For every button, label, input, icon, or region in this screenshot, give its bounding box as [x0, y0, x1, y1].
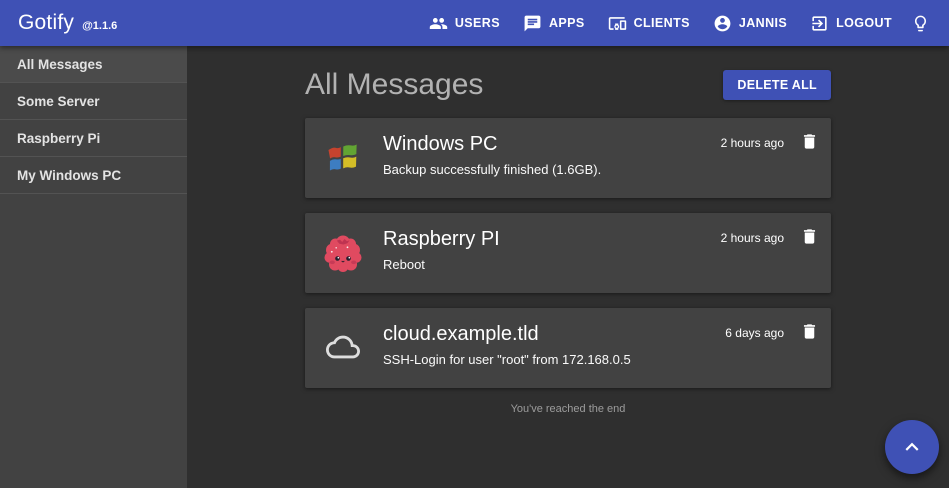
message-text: Raspberry PI Reboot [383, 225, 721, 293]
message-card-windows-pc: Windows PC Backup successfully finished … [305, 118, 831, 198]
end-of-list-text: You've reached the end [305, 403, 831, 415]
sidebar-item-label: Some Server [17, 94, 100, 109]
trash-icon [800, 322, 819, 341]
cloud-icon [323, 327, 363, 367]
delete-all-button[interactable]: DELETE ALL [723, 70, 831, 100]
sidebar-item-all-messages[interactable]: All Messages [0, 46, 187, 83]
sidebar-item-label: All Messages [17, 57, 103, 72]
brand-name: Gotify [18, 11, 74, 35]
message-meta: 2 hours ago [721, 225, 821, 293]
theme-toggle-button[interactable] [906, 6, 935, 41]
chevron-up-icon [899, 434, 925, 460]
nav-clients-label: CLIENTS [634, 16, 690, 30]
lightbulb-icon [911, 14, 930, 33]
nav-users-button[interactable]: USERS [420, 6, 509, 41]
content-header: All Messages DELETE ALL [305, 66, 831, 104]
scroll-to-top-fab[interactable] [885, 420, 939, 474]
trash-icon [800, 132, 819, 151]
message-body: SSH-Login for user "root" from 172.168.0… [383, 352, 725, 367]
top-navbar: Gotify @1.1.6 USERS APPS CLIENTS JANNIS [0, 0, 949, 46]
nav-username-label: JANNIS [739, 16, 787, 30]
delete-message-button[interactable] [798, 130, 821, 153]
nav-clients-button[interactable]: CLIENTS [599, 6, 699, 41]
sidebar-item-some-server[interactable]: Some Server [0, 83, 187, 120]
nav-user-account-button[interactable]: JANNIS [704, 6, 796, 41]
users-icon [429, 14, 448, 33]
message-title: Windows PC [383, 133, 721, 156]
navbar-menu: USERS APPS CLIENTS JANNIS LOGOUT [420, 6, 935, 41]
chat-icon [523, 14, 542, 33]
sidebar-item-my-windows-pc[interactable]: My Windows PC [0, 157, 187, 194]
devices-icon [608, 14, 627, 33]
message-meta: 6 days ago [725, 320, 821, 388]
message-title: Raspberry PI [383, 228, 721, 251]
message-text: Windows PC Backup successfully finished … [383, 130, 721, 198]
account-circle-icon [713, 14, 732, 33]
message-text: cloud.example.tld SSH-Login for user "ro… [383, 320, 725, 388]
message-body: Backup successfully finished (1.6GB). [383, 162, 721, 177]
message-card-raspberry-pi: Raspberry PI Reboot 2 hours ago [305, 213, 831, 293]
page-title: All Messages [305, 68, 483, 102]
delete-message-button[interactable] [798, 225, 821, 248]
sidebar: All Messages Some Server Raspberry Pi My… [0, 46, 187, 488]
trash-icon [800, 227, 819, 246]
message-timestamp: 2 hours ago [721, 231, 784, 245]
raspberry-logo-icon [323, 232, 363, 272]
sidebar-item-raspberry-pi[interactable]: Raspberry Pi [0, 120, 187, 157]
message-title: cloud.example.tld [383, 323, 725, 346]
message-card-cloud: cloud.example.tld SSH-Login for user "ro… [305, 308, 831, 388]
nav-logout-label: LOGOUT [836, 16, 892, 30]
nav-apps-label: APPS [549, 16, 585, 30]
sidebar-item-label: Raspberry Pi [17, 131, 100, 146]
gotify-app: Gotify @1.1.6 USERS APPS CLIENTS JANNIS [0, 0, 949, 488]
message-timestamp: 2 hours ago [721, 136, 784, 150]
message-body: Reboot [383, 257, 721, 272]
brand: Gotify @1.1.6 [18, 11, 117, 35]
windows-logo-icon [323, 137, 363, 177]
delete-message-button[interactable] [798, 320, 821, 343]
nav-logout-button[interactable]: LOGOUT [801, 6, 901, 41]
nav-users-label: USERS [455, 16, 500, 30]
logout-icon [810, 14, 829, 33]
sidebar-item-label: My Windows PC [17, 168, 121, 183]
main-content: All Messages DELETE ALL W [187, 46, 949, 488]
message-timestamp: 6 days ago [725, 326, 784, 340]
message-meta: 2 hours ago [721, 130, 821, 198]
content-column: All Messages DELETE ALL W [305, 46, 831, 415]
nav-apps-button[interactable]: APPS [514, 6, 594, 41]
brand-version: @1.1.6 [82, 20, 117, 32]
